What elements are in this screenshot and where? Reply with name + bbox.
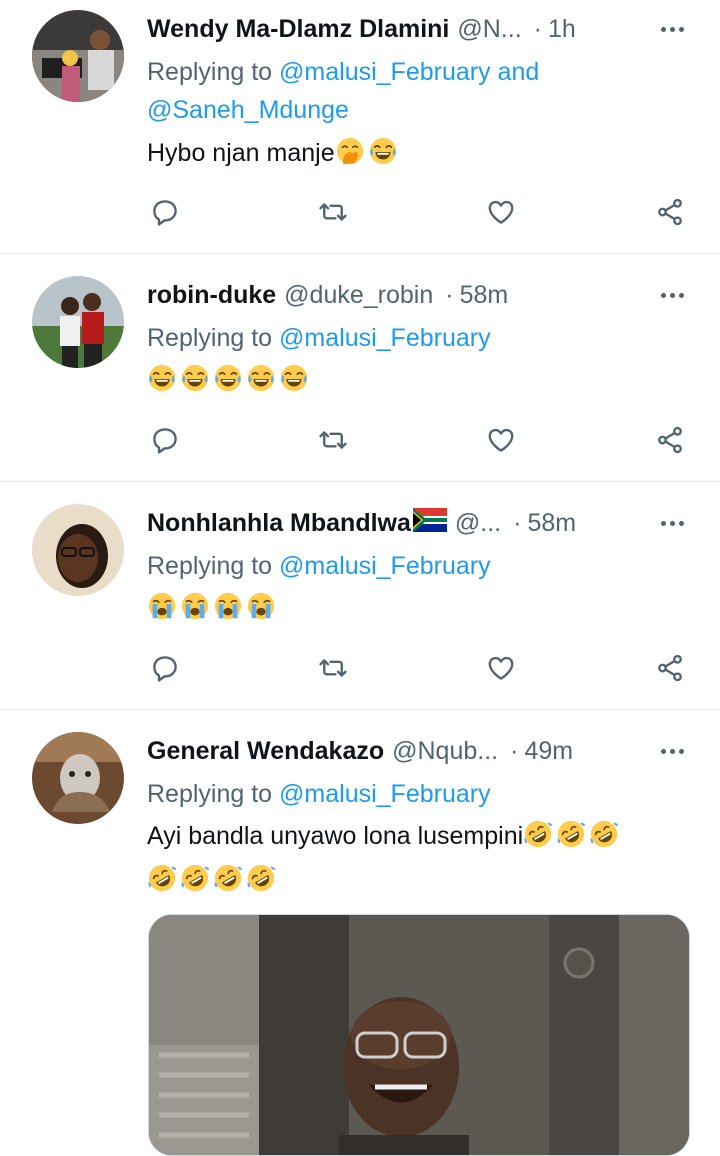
- replying-to: Replying to @malusi_February: [147, 775, 690, 813]
- avatar[interactable]: [32, 504, 124, 596]
- tweet-text-content: Hybo njan manje: [147, 139, 335, 167]
- user-handle[interactable]: @duke_robin: [284, 281, 433, 310]
- tweet-header: General Wendakazo @Nqub... · 49m: [147, 734, 690, 768]
- face-with-tears-of-joy-icon: [279, 363, 309, 393]
- timestamp[interactable]: 58m: [527, 509, 576, 538]
- loudly-crying-face-icon: [180, 591, 210, 621]
- tweet-text-content: Ayi bandla unyawo lona lusempini: [147, 822, 524, 850]
- avatar[interactable]: [32, 732, 124, 824]
- face-with-tears-of-joy-icon: [147, 363, 177, 393]
- mention-links[interactable]: @malusi_February: [279, 552, 491, 580]
- rolling-on-floor-laughing-icon: [213, 863, 243, 893]
- tweet-actions: [147, 650, 692, 686]
- like-icon[interactable]: [483, 194, 519, 230]
- user-handle[interactable]: @...: [455, 509, 501, 538]
- replying-to: Replying to @malusi_February and @Saneh_…: [147, 53, 690, 129]
- replying-to: Replying to @malusi_February: [147, 547, 690, 585]
- loudly-crying-face-icon: [147, 591, 177, 621]
- like-icon[interactable]: [483, 422, 519, 458]
- tweet-text: [147, 586, 690, 630]
- separator: ·: [513, 508, 522, 537]
- tweet-actions: [147, 422, 692, 458]
- timestamp[interactable]: 49m: [524, 737, 573, 766]
- rolling-on-floor-laughing-icon: [246, 863, 276, 893]
- tweet[interactable]: Wendy Ma-Dlamz Dlamini @N... · 1h Replyi…: [0, 0, 720, 254]
- replying-label: Replying to: [147, 324, 280, 352]
- face-with-tears-of-joy-icon: [180, 363, 210, 393]
- retweet-icon[interactable]: [315, 194, 351, 230]
- display-name[interactable]: Wendy Ma-Dlamz Dlamini: [147, 15, 449, 44]
- rolling-on-floor-laughing-icon: [147, 863, 177, 893]
- tweet-text: Hybo njan manje: [147, 131, 690, 175]
- reply-icon[interactable]: [147, 194, 183, 230]
- display-name[interactable]: Nonhlanhla Mbandlwa: [147, 509, 411, 538]
- replying-label: Replying to: [147, 552, 280, 580]
- tweet-header: Nonhlanhla Mbandlwa @... · 58m: [147, 506, 690, 540]
- face-with-tears-of-joy-icon: [368, 136, 398, 166]
- share-icon[interactable]: [652, 650, 688, 686]
- like-icon[interactable]: [483, 650, 519, 686]
- south-africa-flag-icon: [412, 507, 447, 539]
- more-options-icon[interactable]: [654, 12, 690, 46]
- user-handle[interactable]: @Nqub...: [392, 737, 498, 766]
- rolling-on-floor-laughing-icon: [589, 819, 619, 849]
- tweet[interactable]: Nonhlanhla Mbandlwa @... · 58m Replying …: [0, 482, 720, 710]
- loudly-crying-face-icon: [213, 591, 243, 621]
- separator: ·: [533, 14, 542, 43]
- share-icon[interactable]: [652, 194, 688, 230]
- rolling-on-floor-laughing-icon: [556, 819, 586, 849]
- loudly-crying-face-icon: [246, 591, 276, 621]
- display-name[interactable]: robin-duke: [147, 281, 276, 310]
- face-with-tears-of-joy-icon: [246, 363, 276, 393]
- more-options-icon[interactable]: [654, 734, 690, 768]
- reply-icon[interactable]: [147, 422, 183, 458]
- tweet-media-image[interactable]: [148, 914, 690, 1156]
- face-with-hand-over-mouth-icon: [335, 136, 365, 166]
- display-name[interactable]: General Wendakazo: [147, 737, 384, 766]
- mention-links[interactable]: @malusi_February: [279, 780, 491, 808]
- tweet-header: Wendy Ma-Dlamz Dlamini @N... · 1h: [147, 12, 690, 46]
- timestamp[interactable]: 1h: [548, 15, 576, 44]
- retweet-icon[interactable]: [315, 422, 351, 458]
- more-options-icon[interactable]: [654, 506, 690, 540]
- replying-to: Replying to @malusi_February: [147, 319, 690, 357]
- more-options-icon[interactable]: [654, 278, 690, 312]
- separator: ·: [510, 736, 519, 765]
- share-icon[interactable]: [652, 422, 688, 458]
- tweet-text: [147, 358, 690, 402]
- timestamp[interactable]: 58m: [460, 281, 509, 310]
- replying-label: Replying to: [147, 780, 280, 808]
- tweet-text: Ayi bandla unyawo lona lusempini: [147, 814, 690, 902]
- avatar[interactable]: [32, 10, 124, 102]
- retweet-icon[interactable]: [315, 650, 351, 686]
- user-handle[interactable]: @N...: [457, 15, 521, 44]
- avatar[interactable]: [32, 276, 124, 368]
- rolling-on-floor-laughing-icon: [523, 819, 553, 849]
- separator: ·: [445, 280, 454, 309]
- mention-links[interactable]: @malusi_February: [279, 324, 491, 352]
- reply-icon[interactable]: [147, 650, 183, 686]
- tweet[interactable]: robin-duke @duke_robin · 58m Replying to…: [0, 254, 720, 482]
- rolling-on-floor-laughing-icon: [180, 863, 210, 893]
- face-with-tears-of-joy-icon: [213, 363, 243, 393]
- tweet-actions: [147, 194, 692, 230]
- tweet-header: robin-duke @duke_robin · 58m: [147, 278, 690, 312]
- replying-label: Replying to: [147, 58, 280, 86]
